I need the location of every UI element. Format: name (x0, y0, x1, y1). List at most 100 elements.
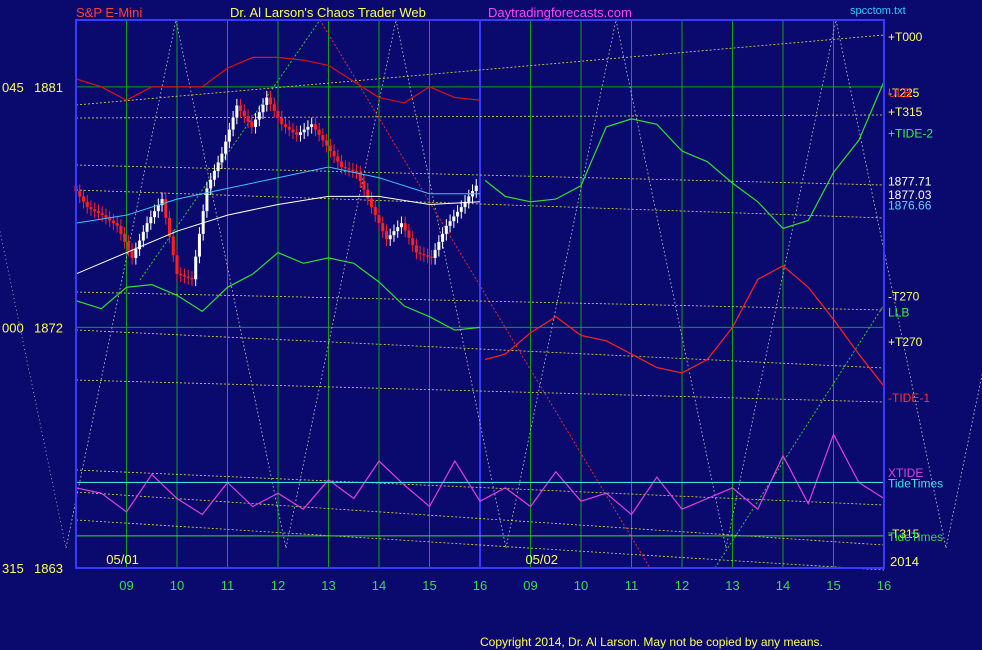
price-candle (302, 129, 306, 133)
price-candle (411, 237, 415, 246)
price-candle (414, 245, 418, 253)
price-candle (343, 167, 347, 169)
y-left-value: 1863 (34, 561, 63, 576)
price-candle (149, 217, 153, 224)
right-label: 1876.66 (888, 198, 932, 212)
price-candle (362, 181, 366, 190)
price-candle (156, 205, 160, 212)
right-label: LLB (888, 305, 909, 319)
price-candle (269, 97, 273, 105)
price-candle (336, 156, 340, 162)
year-label: 2014 (890, 554, 919, 569)
price-candle (433, 249, 437, 258)
price-candle (426, 255, 430, 257)
price-candle (392, 231, 396, 236)
price-candle (186, 276, 190, 278)
x-tick-label: 14 (776, 578, 790, 593)
y-left-value: 1872 (34, 320, 63, 335)
price-candle (283, 124, 287, 127)
right-label: +TIDE-2 (888, 126, 933, 140)
price-candle (418, 252, 422, 254)
price-candle (224, 141, 228, 154)
price-candle (145, 223, 149, 232)
y-left-value: 1881 (34, 80, 63, 95)
price-candle (370, 198, 374, 208)
price-candle (93, 209, 97, 212)
copyright: Copyright 2014, Dr. Al Larson. May not b… (480, 635, 823, 649)
price-candle (321, 134, 325, 141)
price-candle (190, 277, 194, 280)
price-candle (347, 168, 351, 170)
x-tick-label: 13 (725, 578, 739, 593)
price-candle (317, 129, 321, 135)
x-tick-label: 11 (625, 578, 639, 593)
price-candle (377, 215, 381, 224)
x-tick-label: 09 (523, 578, 537, 593)
y-left-prefix: 000 (2, 320, 24, 335)
right-label: +T315 (888, 105, 923, 119)
right-label: 1877.71 (888, 174, 932, 188)
price-candle (328, 145, 332, 151)
price-candle (119, 225, 123, 234)
x-tick-label: 13 (321, 578, 335, 593)
price-candle (396, 227, 400, 232)
price-candle (295, 132, 299, 135)
price-candle (441, 233, 445, 242)
price-candle (227, 129, 231, 142)
date-label: 05/02 (525, 552, 558, 567)
price-candle (175, 255, 179, 274)
price-candle (246, 116, 250, 122)
price-candle (197, 233, 201, 257)
x-tick-label: 12 (675, 578, 689, 593)
price-candle (235, 105, 239, 118)
x-tick-label: 15 (422, 578, 436, 593)
price-candle (111, 220, 115, 224)
price-candle (298, 132, 302, 135)
right-label: TideTimes (888, 476, 943, 490)
price-candle (100, 213, 104, 216)
price-candle (85, 201, 89, 208)
x-tick-label: 16 (473, 578, 487, 593)
price-candle (373, 207, 377, 216)
price-candle (126, 241, 130, 250)
price-candle (194, 256, 198, 280)
price-candle (467, 196, 471, 202)
price-candle (448, 221, 452, 226)
x-tick-label: 11 (221, 578, 235, 593)
right-label: +T270 (888, 335, 923, 349)
site-link[interactable]: Daytradingforecasts.com (488, 5, 632, 20)
price-candle (123, 233, 127, 242)
price-candle (444, 225, 448, 234)
right-label: ULB (888, 86, 911, 100)
x-tick-label: 16 (877, 578, 891, 593)
x-tick-label: 10 (574, 578, 588, 593)
price-candle (239, 105, 243, 111)
price-candle (280, 117, 284, 125)
x-tick-label: 14 (372, 578, 386, 593)
price-candle (456, 211, 460, 217)
right-label: +T000 (888, 30, 923, 44)
price-candle (153, 211, 157, 218)
chart: 09 10 11 12 13 14 15 16 09 10 11 12 13 14 15 16 045 1881 0… (0, 0, 982, 650)
price-candle (381, 223, 385, 232)
x-tick-label: 12 (271, 578, 285, 593)
price-candle (310, 124, 314, 127)
right-label: -TIDE-1 (888, 391, 930, 405)
price-candle (325, 140, 329, 146)
price-candle (306, 126, 310, 130)
price-candle (257, 112, 261, 120)
price-candle (340, 161, 344, 168)
y-left-prefix: 045 (2, 80, 24, 95)
instrument-title: S&P E-Mini (76, 5, 142, 20)
price-candle (104, 215, 108, 218)
price-candle (332, 150, 336, 157)
price-candle (265, 97, 269, 105)
y-left-prefix: 315 (2, 561, 24, 576)
background (0, 0, 982, 650)
x-tick-label: 10 (170, 578, 184, 593)
right-label: TideTimes (888, 530, 943, 544)
price-candle (422, 253, 426, 256)
price-candle (388, 235, 392, 240)
price-candle (459, 207, 463, 212)
price-candle (291, 129, 295, 133)
